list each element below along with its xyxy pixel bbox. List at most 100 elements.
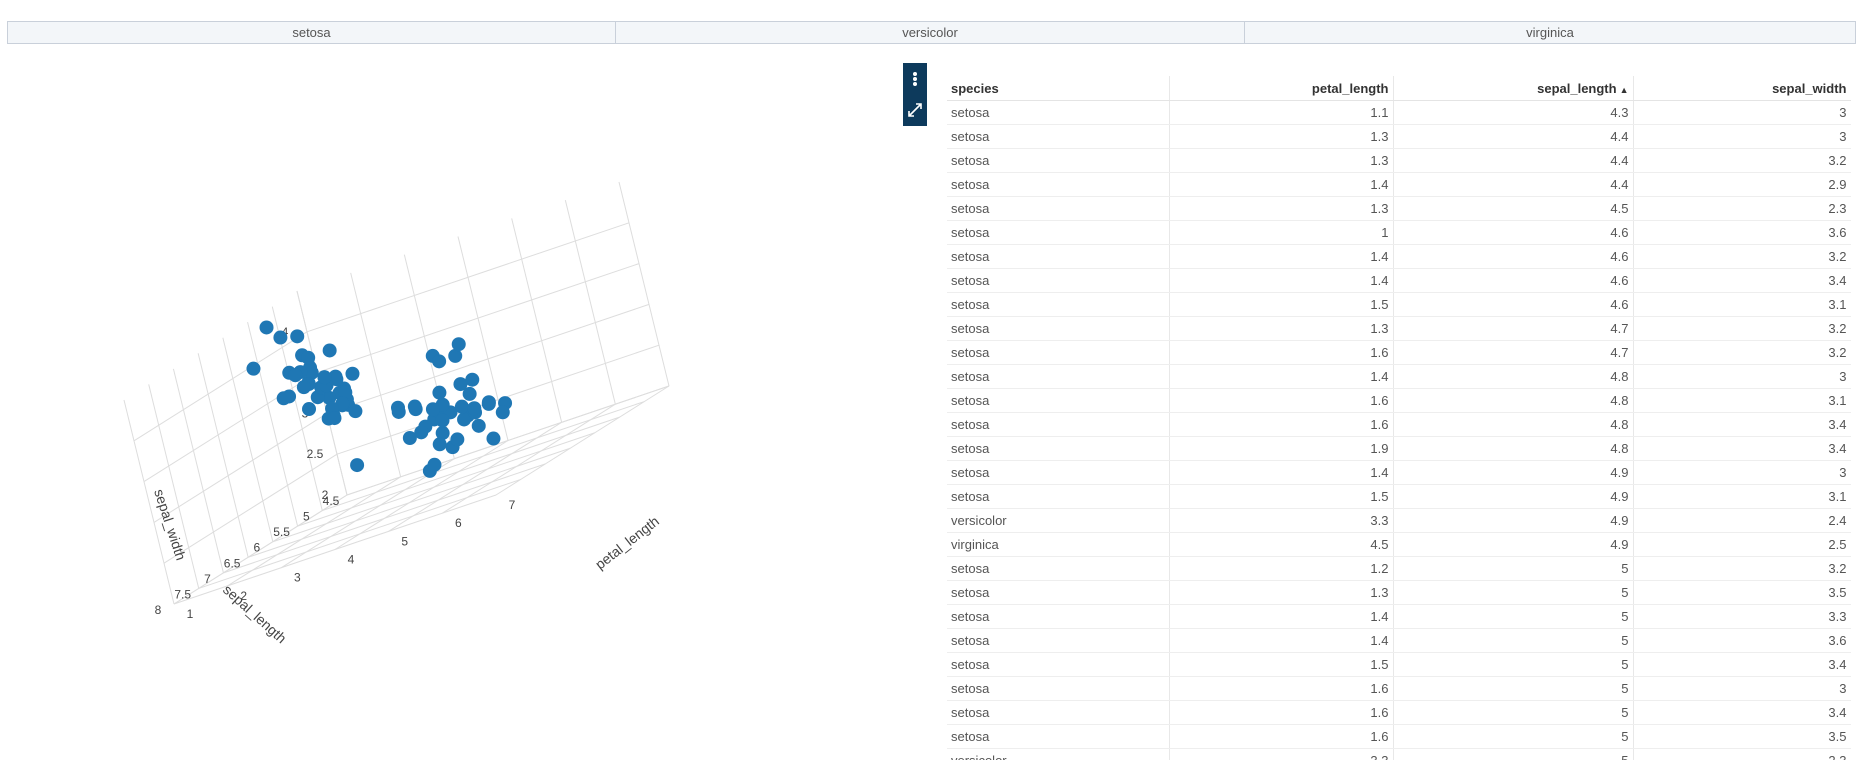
- z-axis-tick-label: 2: [322, 488, 329, 502]
- z-axis-tick-label: 2.5: [307, 447, 324, 461]
- scatter-point: [276, 391, 291, 406]
- scatter-point: [348, 404, 363, 419]
- table-cell-petal-length: 1.9: [1169, 436, 1394, 461]
- table-row[interactable]: setosa 1.6 4.8 3.1: [947, 388, 1851, 413]
- table-row[interactable]: setosa 1.5 4.9 3.1: [947, 484, 1851, 509]
- menu-button[interactable]: [903, 65, 927, 93]
- scatter-point: [471, 418, 486, 433]
- table-cell-petal-length: 1.4: [1169, 172, 1394, 197]
- scatter-point: [390, 400, 405, 415]
- scatter-point: [425, 402, 440, 417]
- table-cell-petal-length: 1.4: [1169, 604, 1394, 629]
- table-cell-petal-length: 1.5: [1169, 292, 1394, 317]
- column-header-species[interactable]: species: [947, 76, 1170, 101]
- table-row[interactable]: setosa 1.5 4.6 3.1: [947, 292, 1851, 317]
- table-row[interactable]: setosa 1.3 5 3.5: [947, 580, 1851, 605]
- table-cell-petal-length: 1.6: [1169, 676, 1394, 701]
- table-cell-sepal-width: 3: [1633, 460, 1851, 485]
- table-row[interactable]: setosa 1.5 5 3.4: [947, 652, 1851, 677]
- table-cell-petal-length: 1.4: [1169, 364, 1394, 389]
- scatter-3d-svg[interactable]: 12345674.555.566.577.5822.533.54 petal_l…: [0, 50, 900, 772]
- table-cell-species: setosa: [947, 268, 1170, 293]
- table-row[interactable]: setosa 1.2 5 3.2: [947, 556, 1851, 581]
- table-cell-species: setosa: [947, 460, 1170, 485]
- table-row[interactable]: setosa 1.6 4.8 3.4: [947, 412, 1851, 437]
- table-row[interactable]: setosa 1.4 4.6 3.4: [947, 268, 1851, 293]
- table-cell-sepal-width: 3: [1633, 124, 1851, 149]
- x-axis-tick-label: 1: [187, 607, 194, 621]
- table-cell-petal-length: 1.5: [1169, 484, 1394, 509]
- expand-icon: [908, 103, 922, 118]
- table-row[interactable]: setosa 1.3 4.4 3: [947, 124, 1851, 149]
- species-filter-virginica[interactable]: virginica: [1245, 22, 1855, 43]
- table-cell-species: setosa: [947, 388, 1170, 413]
- table-cell-sepal-width: 3.2: [1633, 148, 1851, 173]
- table-cell-sepal-width: 3.4: [1633, 412, 1851, 437]
- table-row[interactable]: setosa 1.3 4.5 2.3: [947, 196, 1851, 221]
- scatter-point: [495, 405, 510, 420]
- table-cell-species: setosa: [947, 412, 1170, 437]
- table-row[interactable]: setosa 1.4 5 3.3: [947, 604, 1851, 629]
- table-row[interactable]: setosa 1.3 4.4 3.2: [947, 148, 1851, 173]
- scatter-point: [432, 437, 447, 452]
- scatter-point: [408, 402, 423, 417]
- table-cell-sepal-length: 4.9: [1393, 532, 1634, 557]
- table-cell-sepal-width: 3.2: [1633, 244, 1851, 269]
- scatter-3d-plot[interactable]: 12345674.555.566.577.5822.533.54 petal_l…: [0, 50, 900, 772]
- table-cell-sepal-length: 4.6: [1393, 292, 1634, 317]
- table-cell-sepal-length: 4.4: [1393, 124, 1634, 149]
- table-cell-sepal-length: 4.8: [1393, 412, 1634, 437]
- column-header-sepal-width[interactable]: sepal_width: [1633, 76, 1851, 101]
- table-cell-sepal-length: 4.8: [1393, 388, 1634, 413]
- table-cell-sepal-width: 3: [1633, 676, 1851, 701]
- table-row[interactable]: setosa 1.1 4.3 3: [947, 100, 1851, 125]
- plot-grid: [123, 181, 670, 605]
- scatter-point: [451, 337, 466, 352]
- table-cell-species: setosa: [947, 172, 1170, 197]
- table-cell-sepal-length: 5: [1393, 580, 1634, 605]
- table-cell-sepal-length: 4.6: [1393, 220, 1634, 245]
- table-cell-sepal-length: 5: [1393, 604, 1634, 629]
- table-cell-petal-length: 3.3: [1169, 508, 1394, 533]
- scatter-point: [259, 320, 274, 335]
- table-row[interactable]: setosa 1 4.6 3.6: [947, 220, 1851, 245]
- data-table-container[interactable]: species petal_length sepal_length ▲ sepal…: [947, 76, 1851, 760]
- x-axis-title: petal_length: [592, 513, 662, 573]
- species-filter-setosa[interactable]: setosa: [8, 22, 616, 43]
- plot-points: [246, 320, 513, 478]
- table-cell-species: setosa: [947, 676, 1170, 701]
- scatter-point: [435, 413, 450, 428]
- table-row[interactable]: setosa 1.6 4.7 3.2: [947, 340, 1851, 365]
- table-row[interactable]: setosa 1.6 5 3.5: [947, 724, 1851, 749]
- x-axis-tick-label: 3: [294, 571, 301, 585]
- table-row[interactable]: setosa 1.4 4.9 3: [947, 460, 1851, 485]
- table-row[interactable]: setosa 1.9 4.8 3.4: [947, 436, 1851, 461]
- table-cell-sepal-width: 3.6: [1633, 220, 1851, 245]
- species-filter-versicolor[interactable]: versicolor: [616, 22, 1245, 43]
- table-row[interactable]: setosa 1.6 5 3: [947, 676, 1851, 701]
- table-row[interactable]: setosa 1.6 5 3.4: [947, 700, 1851, 725]
- table-cell-species: setosa: [947, 580, 1170, 605]
- scatter-point: [414, 425, 429, 440]
- table-row[interactable]: versicolor 3.3 4.9 2.4: [947, 508, 1851, 533]
- expand-button[interactable]: [903, 96, 927, 124]
- table-row[interactable]: setosa 1.3 4.7 3.2: [947, 316, 1851, 341]
- y-axis-title: sepal_length: [220, 581, 290, 646]
- y-axis-tick-label: 6: [254, 541, 261, 555]
- table-row[interactable]: setosa 1.4 4.8 3: [947, 364, 1851, 389]
- column-header-sepal-length[interactable]: sepal_length ▲: [1393, 76, 1634, 101]
- table-row[interactable]: setosa 1.4 5 3.6: [947, 628, 1851, 653]
- table-cell-species: setosa: [947, 292, 1170, 317]
- table-cell-petal-length: 1.3: [1169, 580, 1394, 605]
- table-row[interactable]: versicolor3.352.3: [947, 748, 1851, 760]
- table-cell-sepal-length: 4.6: [1393, 268, 1634, 293]
- table-row[interactable]: virginica 4.5 4.9 2.5: [947, 532, 1851, 557]
- table-row[interactable]: setosa 1.4 4.6 3.2: [947, 244, 1851, 269]
- scatter-point: [246, 361, 261, 376]
- vertical-dots-icon: [913, 71, 917, 86]
- table-row[interactable]: setosa 1.4 4.4 2.9: [947, 172, 1851, 197]
- table-cell-sepal-width: 2.9: [1633, 172, 1851, 197]
- column-header-petal-length[interactable]: petal_length: [1169, 76, 1394, 101]
- table-cell-species: setosa: [947, 436, 1170, 461]
- scatter-point: [350, 458, 365, 473]
